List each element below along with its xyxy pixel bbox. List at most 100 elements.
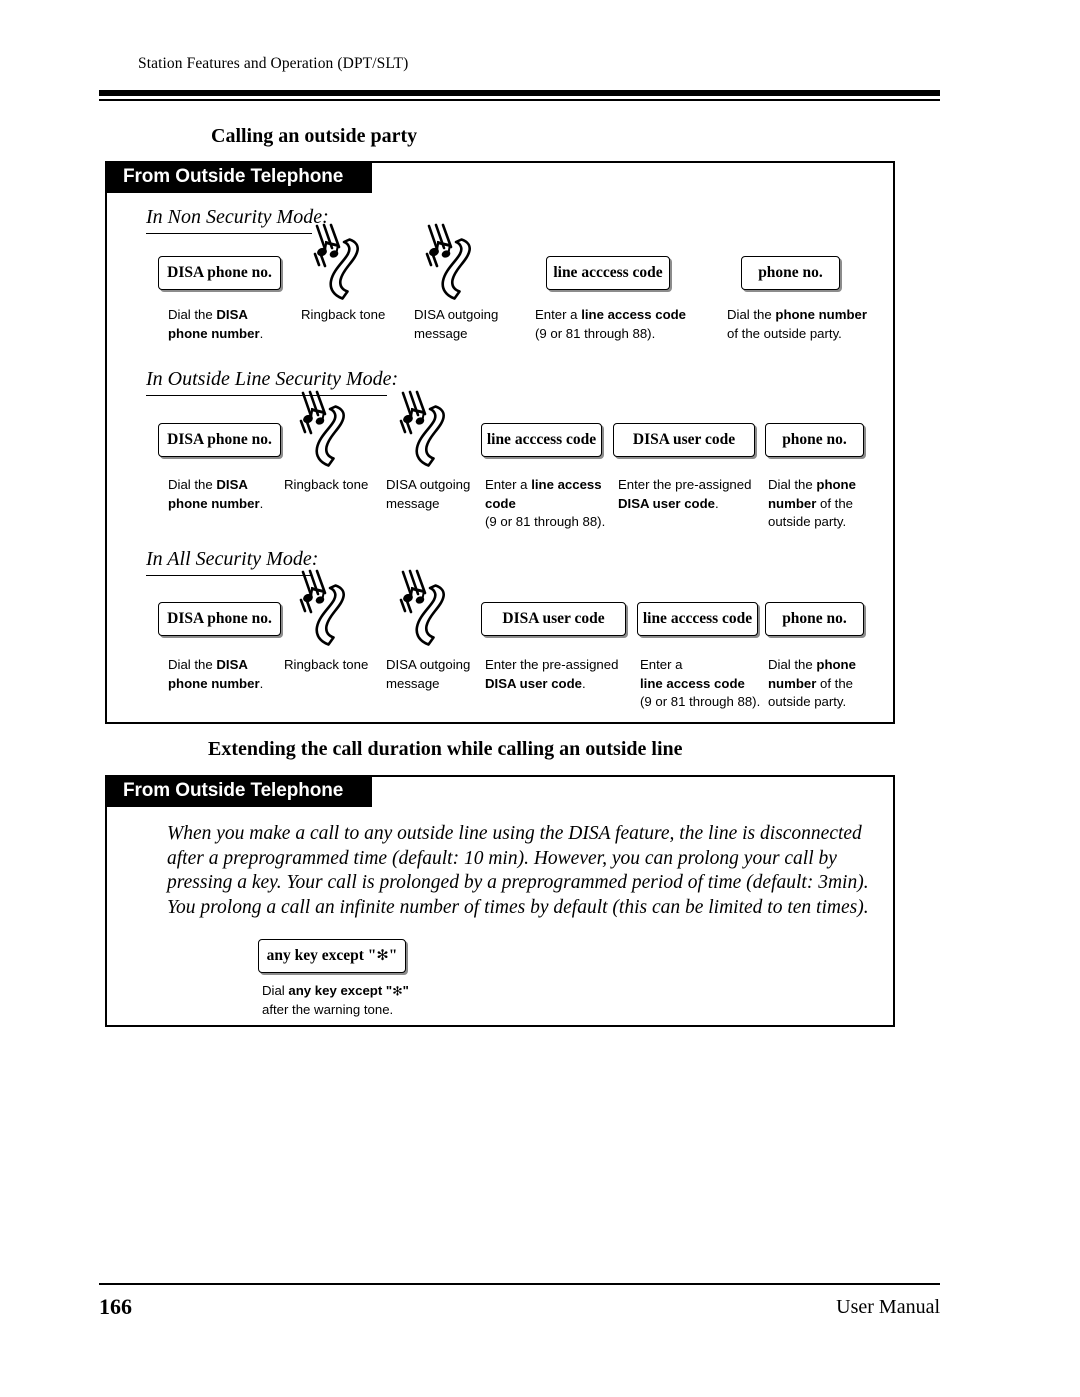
step-caption-3-6: Dial the phone number of the outside par… bbox=[768, 656, 880, 712]
caption-text: . bbox=[259, 675, 264, 691]
telephone-handset-ringing-icon bbox=[303, 222, 375, 302]
caption-bold: line access code bbox=[640, 675, 745, 691]
caption-text: of the bbox=[816, 495, 854, 511]
step-caption-3-4: Enter the pre-assigned DISA user code. bbox=[485, 656, 635, 693]
caption-text: of the outside party. bbox=[727, 325, 842, 341]
caption-bold: number bbox=[768, 675, 817, 691]
caption-text: . bbox=[259, 325, 264, 341]
asterisk-key-icon: ✻ bbox=[376, 946, 389, 964]
caption-text: outside party. bbox=[768, 514, 847, 529]
caption-text: Dial the bbox=[768, 657, 817, 672]
caption-text: (9 or 81 through 88). bbox=[535, 325, 656, 341]
caption-text: outside party. bbox=[768, 694, 847, 709]
telephone-handset-ringing-icon bbox=[289, 389, 361, 469]
step-caption-2-4: Enter a line access code (9 or 81 throug… bbox=[485, 476, 611, 532]
step-box-phone-no-2: phone no. bbox=[765, 423, 864, 457]
page-number: 166 bbox=[99, 1294, 132, 1319]
telephone-handset-ringing-icon bbox=[389, 568, 461, 648]
step-caption-2-3: DISA outgoing message bbox=[386, 476, 486, 513]
step-box-phone-no-3: phone no. bbox=[765, 602, 864, 636]
caption-bold: phone bbox=[816, 657, 856, 672]
box-label-prefix: any key except " bbox=[266, 947, 377, 964]
caption-text: Dial the bbox=[727, 307, 776, 322]
caption-bold: code bbox=[485, 495, 516, 511]
caption-text: DISA outgoing bbox=[386, 477, 471, 492]
caption-bold: line access code bbox=[581, 307, 687, 322]
step-caption-2-6: Dial the phone number of the outside par… bbox=[768, 476, 880, 532]
box-label-suffix: " bbox=[388, 947, 398, 964]
step-caption-2-2: Ringback tone bbox=[284, 477, 369, 492]
step-caption-4-1: Dial any key except "✻" after the warnin… bbox=[262, 982, 482, 1019]
caption-text: of the bbox=[816, 675, 854, 691]
manual-label: User Manual bbox=[836, 1296, 940, 1318]
caption-text: (9 or 81 through 88). bbox=[485, 514, 606, 529]
step-box-disa-phone-no-3: DISA phone no. bbox=[158, 602, 281, 636]
caption-bold: number bbox=[768, 495, 817, 511]
caption-text: DISA outgoing bbox=[414, 307, 499, 322]
caption-text: (9 or 81 through 88). bbox=[640, 694, 761, 709]
step-caption-2-5: Enter the pre-assigned DISA user code. bbox=[618, 476, 768, 513]
caption-text: Enter the pre-assigned bbox=[485, 657, 619, 672]
section-paragraph-extending-call-duration: When you make a call to any outside line… bbox=[167, 823, 869, 918]
header-rule-thin bbox=[99, 99, 940, 101]
caption-bold: phone bbox=[816, 477, 856, 492]
caption-text: Dial the bbox=[168, 657, 217, 672]
step-box-line-access-code-2: line acccess code bbox=[481, 423, 602, 457]
step-caption-1-4: Enter a line access code (9 or 81 throug… bbox=[535, 306, 730, 343]
caption-text: Dial bbox=[262, 983, 289, 998]
step-box-disa-user-code-3: DISA user code bbox=[481, 602, 626, 636]
caption-text: . bbox=[581, 675, 586, 691]
caption-text: Enter a bbox=[535, 307, 582, 322]
caption-bold: DISA bbox=[216, 657, 248, 672]
caption-text: . bbox=[259, 495, 264, 511]
caption-text: Dial the bbox=[768, 477, 817, 492]
page-title-extending-call-duration: Extending the call duration while callin… bbox=[208, 738, 683, 760]
caption-bold: phone number bbox=[168, 325, 260, 341]
step-caption-3-2: Ringback tone bbox=[284, 657, 369, 672]
caption-text: Dial the bbox=[168, 307, 217, 322]
header-rule-thick bbox=[99, 90, 940, 96]
caption-bold: phone number bbox=[168, 495, 260, 511]
caption-bold: DISA bbox=[216, 307, 248, 322]
step-box-disa-user-code-2: DISA user code bbox=[613, 423, 755, 457]
footer-rule bbox=[99, 1283, 940, 1286]
banner-from-outside-telephone-2: From Outside Telephone bbox=[105, 775, 372, 807]
step-caption-2-1: Dial the DISA phone number. bbox=[168, 476, 293, 513]
caption-bold: DISA user code bbox=[618, 495, 715, 511]
caption-text: message bbox=[414, 325, 468, 341]
caption-text: Enter a bbox=[640, 657, 683, 672]
mode-heading-all-security: In All Security Mode: bbox=[146, 548, 318, 576]
caption-bold: any key except " bbox=[288, 983, 393, 998]
step-box-any-key-except-star: any key except " ✻ " bbox=[258, 939, 406, 973]
caption-bold: " bbox=[402, 983, 409, 998]
caption-bold: phone number bbox=[168, 675, 260, 691]
step-caption-3-3: DISA outgoing message bbox=[386, 656, 486, 693]
step-caption-1-2: Ringback tone bbox=[301, 307, 386, 322]
telephone-handset-ringing-icon bbox=[415, 222, 487, 302]
caption-text: Dial the bbox=[168, 477, 217, 492]
step-caption-1-1: Dial the DISA phone number. bbox=[168, 306, 293, 343]
mode-heading-non-security: In Non Security Mode: bbox=[146, 206, 329, 234]
step-box-disa-phone-no-1: DISA phone no. bbox=[158, 256, 281, 290]
caption-bold: phone number bbox=[775, 307, 867, 322]
step-caption-1-3: DISA outgoing message bbox=[414, 306, 529, 343]
caption-text: Enter a bbox=[485, 477, 532, 492]
step-box-line-access-code-1: line acccess code bbox=[546, 256, 670, 290]
caption-text: DISA outgoing bbox=[386, 657, 471, 672]
caption-text: Enter the pre-assigned bbox=[618, 477, 752, 492]
banner-from-outside-telephone-1: From Outside Telephone bbox=[105, 161, 372, 193]
caption-text: message bbox=[386, 675, 440, 691]
caption-text: after the warning tone. bbox=[262, 1001, 394, 1017]
asterisk-key-icon: ✻ bbox=[392, 983, 403, 999]
telephone-handset-ringing-icon bbox=[389, 389, 461, 469]
caption-bold: DISA user code bbox=[485, 675, 582, 691]
page-title-calling-outside-party: Calling an outside party bbox=[211, 125, 418, 147]
telephone-handset-ringing-icon bbox=[289, 568, 361, 648]
step-caption-3-1: Dial the DISA phone number. bbox=[168, 656, 293, 693]
running-header: Station Features and Operation (DPT/SLT) bbox=[138, 55, 409, 72]
step-caption-1-5: Dial the phone number of the outside par… bbox=[727, 306, 907, 343]
caption-text: . bbox=[714, 495, 719, 511]
caption-bold: DISA bbox=[216, 477, 248, 492]
step-box-phone-no-1: phone no. bbox=[741, 256, 840, 290]
step-box-disa-phone-no-2: DISA phone no. bbox=[158, 423, 281, 457]
